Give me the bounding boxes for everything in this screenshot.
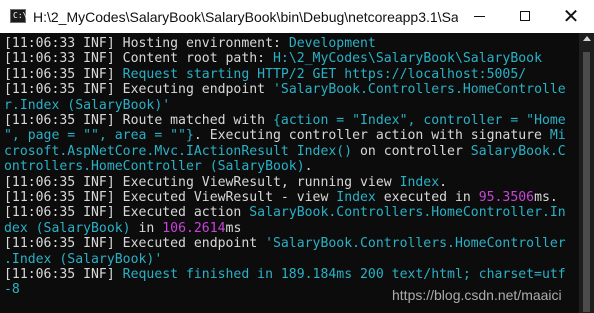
console-text-segment: Mi xyxy=(549,128,566,144)
console-text-segment: Request starting HTTP/2 GET https://loca… xyxy=(122,66,527,82)
console-text-segment: r.Index (SalaryBook)' xyxy=(4,97,171,113)
console-icon-label: C:\ xyxy=(13,11,28,20)
console-text-segment: crosoft.AspNetCore.Mvc.IActionResult Ind… xyxy=(4,143,353,159)
maximize-icon xyxy=(520,11,530,21)
console-text-segment: Index xyxy=(336,190,376,205)
window-title: H:\2_MyCodes\SalaryBook\SalaryBook\bin\D… xyxy=(33,9,458,25)
console-text-segment: SalaryBook.C xyxy=(470,143,566,159)
console-text-segment: executed in xyxy=(375,190,479,205)
console-line: [11:06:35 INF] Request starting HTTP/2 G… xyxy=(4,67,526,82)
console-text-segment: {action = "Index", controller = "Home xyxy=(273,113,566,128)
maximize-button[interactable] xyxy=(502,0,548,33)
console-text-segment: 95.3506 xyxy=(478,190,535,205)
console-line: -8 xyxy=(4,282,20,297)
console-text-segment: ms. xyxy=(534,190,558,205)
console-text-segment: [11:06:35 INF] Executing ViewResult, run… xyxy=(4,174,400,190)
console-text-segment: [11:06:33 INF] Content root path: xyxy=(4,51,273,67)
console-line: [11:06:35 INF] Executed action SalaryBoo… xyxy=(4,205,566,220)
console-text-segment: .Index (SalaryBook)' xyxy=(4,251,163,267)
console-window: C:\ H:\2_MyCodes\SalaryBook\SalaryBook\b… xyxy=(0,0,594,313)
console-output[interactable]: [11:06:33 INF] Hosting environment: Deve… xyxy=(0,33,579,313)
console-line: .Index (SalaryBook)' xyxy=(4,252,162,267)
vertical-scrollbar[interactable] xyxy=(579,33,594,313)
console-text-segment: H:\2_MyCodes\SalaryBook\SalaryBook xyxy=(273,51,542,67)
console-line: dex (SalaryBook) in 106.2614ms xyxy=(4,221,241,236)
console-text-segment: [11:06:33 INF] Hosting environment: xyxy=(4,36,289,51)
minimize-button[interactable] xyxy=(456,0,502,33)
console-line: [11:06:35 INF] Request finished in 189.1… xyxy=(4,267,566,282)
console-text-segment: SalaryBook.Controllers.HomeController.In xyxy=(249,205,566,221)
close-icon: ✕ xyxy=(562,4,580,28)
console-text-segment: [11:06:35 INF] Executed action xyxy=(4,205,250,221)
console-text-segment: dex (SalaryBook) xyxy=(4,220,131,236)
console-text-segment: . xyxy=(304,159,313,175)
console-line: ", page = "", area = ""}. Executing cont… xyxy=(4,128,566,143)
console-text-segment: . xyxy=(439,174,448,190)
console-line: r.Index (SalaryBook)' xyxy=(4,98,170,113)
minimize-icon xyxy=(474,16,485,17)
console-line: [11:06:33 INF] Content root path: H:\2_M… xyxy=(4,51,542,66)
console-line: [11:06:35 INF] Executed endpoint 'Salary… xyxy=(4,236,566,251)
console-line: [11:06:35 INF] Executed ViewResult - vie… xyxy=(4,190,558,205)
console-text-segment: 106.2614 xyxy=(162,220,226,236)
console-text-segment: 'SalaryBook.Controllers.HomeControlle xyxy=(273,82,566,98)
console-text-segment: [11:06:35 INF] Executed ViewResult - vie… xyxy=(4,190,337,205)
console-text-segment: [11:06:35 INF] Executed endpoint xyxy=(4,236,266,252)
console-text-segment: Index xyxy=(399,174,440,190)
console-text-segment: ontrollers.HomeController (SalaryBook) xyxy=(4,159,305,175)
console-text-segment: on controller xyxy=(352,143,471,159)
console-text-segment: Development xyxy=(288,36,376,51)
console-line: ontrollers.HomeController (SalaryBook). xyxy=(4,159,313,174)
console-text-segment: ", page = "", area = ""} xyxy=(4,128,194,144)
console-text-segment: -8 xyxy=(4,282,20,298)
console-text-segment: ms xyxy=(225,220,242,236)
console-text-segment: 'SalaryBook.Controllers.HomeController xyxy=(265,236,566,252)
close-button[interactable]: ✕ xyxy=(548,0,594,33)
console-line: crosoft.AspNetCore.Mvc.IActionResult Ind… xyxy=(4,144,566,159)
console-text-segment: [11:06:35 INF] xyxy=(4,267,123,282)
console-line: [11:06:35 INF] Route matched with {actio… xyxy=(4,113,566,128)
scroll-up-arrow-icon[interactable] xyxy=(583,36,591,41)
console-line: [11:06:35 INF] Executing ViewResult, run… xyxy=(4,175,447,190)
console-line: [11:06:33 INF] Hosting environment: Deve… xyxy=(4,36,376,51)
console-app-icon[interactable]: C:\ xyxy=(10,9,28,23)
console-text-segment: [11:06:35 INF] xyxy=(4,66,123,82)
console-line: [11:06:35 INF] Executing endpoint 'Salar… xyxy=(4,82,566,97)
title-bar[interactable]: C:\ H:\2_MyCodes\SalaryBook\SalaryBook\b… xyxy=(0,0,594,34)
scrollbar-thumb[interactable] xyxy=(583,52,590,312)
console-text-segment: . Executing controller action with signa… xyxy=(193,128,550,144)
console-text-segment: in xyxy=(130,220,163,236)
console-text-segment: [11:06:35 INF] Route matched with xyxy=(4,113,273,128)
console-text-segment: [11:06:35 INF] Executing endpoint xyxy=(4,82,273,98)
console-text-segment: Request finished in 189.184ms 200 text/h… xyxy=(122,267,566,282)
watermark-text: https://blog.csdn.net/maaici xyxy=(392,287,562,303)
